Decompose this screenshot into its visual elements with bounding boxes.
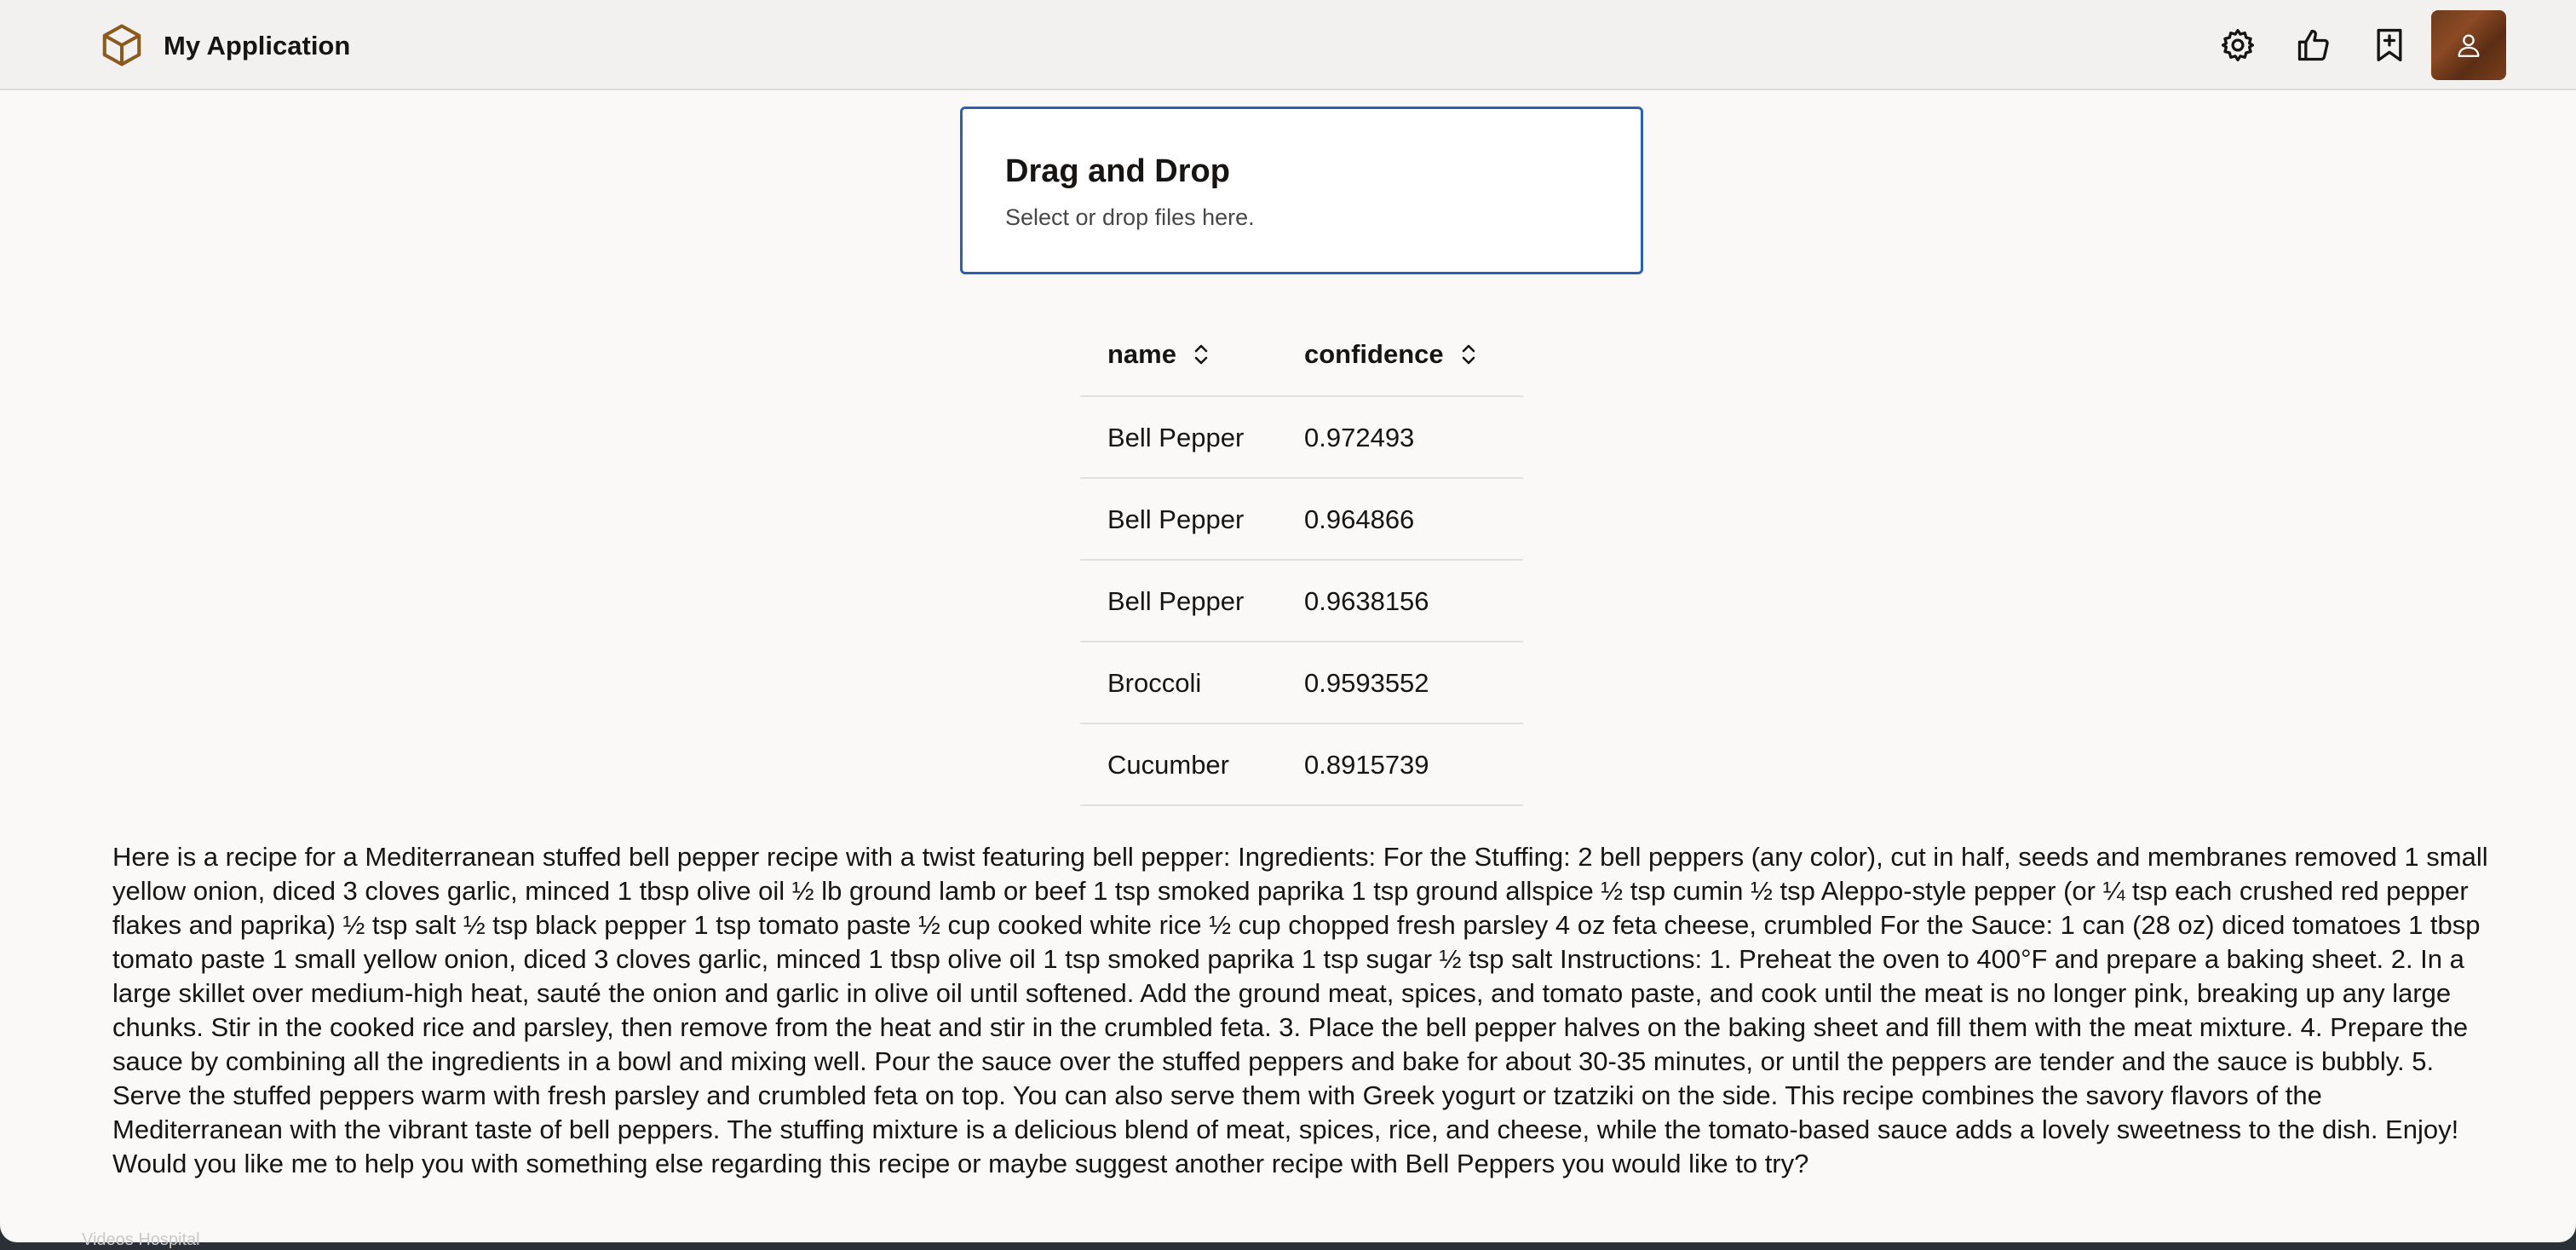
sort-icon [1194, 344, 1208, 365]
table-row: Cucumber 0.8915739 [1080, 724, 1523, 806]
thumbs-up-icon [2297, 29, 2329, 61]
cell-confidence: 0.964866 [1304, 504, 1415, 534]
column-header-name[interactable]: name [1107, 337, 1210, 372]
bookmark-add-icon [2377, 28, 2402, 62]
settings-icon [2221, 28, 2255, 62]
cell-name: Bell Pepper [1107, 504, 1245, 534]
table-row: Broccoli 0.9593552 [1080, 642, 1523, 724]
like-button[interactable] [2287, 19, 2340, 72]
bookmark-button[interactable] [2363, 19, 2416, 72]
background-window-title: Videos Hospital [82, 1230, 200, 1249]
cell-name: Cucumber [1107, 750, 1229, 780]
cell-confidence: 0.9593552 [1304, 668, 1429, 698]
cell-confidence: 0.8915739 [1304, 750, 1429, 780]
table-row: Bell Pepper 0.972493 [1080, 397, 1523, 479]
user-icon [2458, 34, 2480, 57]
dropzone-subtitle: Select or drop files here. [1005, 204, 1255, 230]
column-header-label: confidence [1304, 339, 1444, 369]
file-dropzone[interactable]: Drag and Drop Select or drop files here. [960, 107, 1643, 274]
results-table: name confidence Bell Pepper 0.972493 Bel… [1080, 319, 1523, 806]
cube-logo-icon[interactable] [99, 22, 145, 68]
dropzone-title: Drag and Drop [1005, 153, 1230, 189]
cell-confidence: 0.9638156 [1304, 586, 1429, 616]
cell-confidence: 0.972493 [1304, 423, 1415, 452]
table-row: Bell Pepper 0.964866 [1080, 479, 1523, 561]
cell-name: Bell Pepper [1107, 586, 1245, 616]
cell-name: Bell Pepper [1107, 423, 1245, 452]
app-title: My Application [164, 31, 351, 60]
settings-button[interactable] [2211, 19, 2264, 72]
app-header: My Application [0, 0, 2576, 90]
column-header-label: name [1107, 339, 1176, 369]
table-row: Bell Pepper 0.9638156 [1080, 561, 1523, 642]
cell-name: Broccoli [1107, 668, 1202, 698]
recipe-text: Here is a recipe for a Mediterranean stu… [112, 842, 2488, 1178]
app-window: My Application Drag and Drop Select or d… [0, 0, 2576, 1242]
table-header: name confidence [1080, 319, 1523, 397]
sort-icon [1462, 344, 1475, 365]
user-avatar-button[interactable] [2431, 10, 2506, 80]
column-header-confidence[interactable]: confidence [1304, 337, 1478, 372]
